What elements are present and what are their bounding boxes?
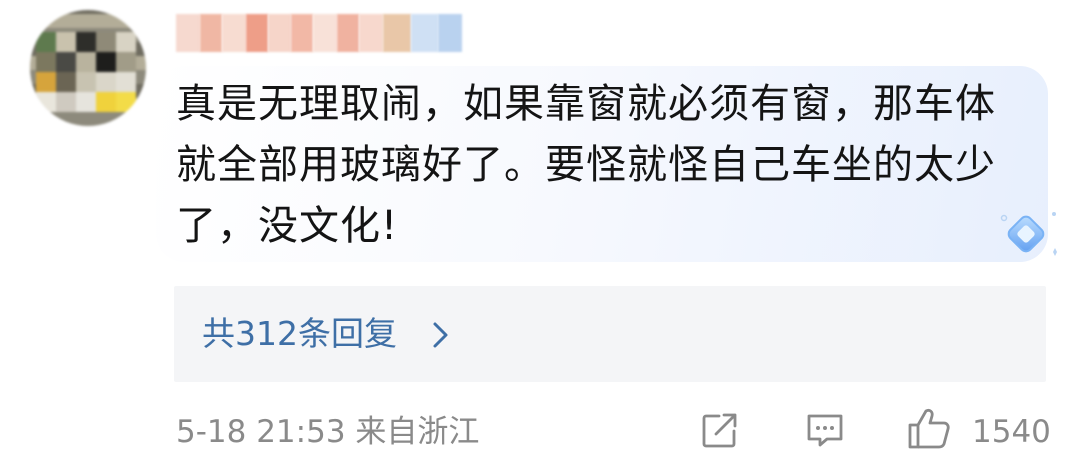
- share-icon[interactable]: [700, 410, 740, 450]
- replies-panel[interactable]: 共312条回复: [174, 286, 1046, 382]
- diamond-badge-icon: [1000, 212, 1057, 256]
- replies-count-link[interactable]: 共312条回复: [202, 312, 397, 356]
- thumbs-up-icon[interactable]: [906, 405, 952, 451]
- like-count: 1540: [972, 414, 1051, 450]
- comment-icon[interactable]: [805, 410, 845, 450]
- username-mosaic[interactable]: [176, 14, 462, 52]
- timestamp-location: 5-18 21:53 来自浙江: [176, 414, 480, 450]
- chevron-right-icon: [433, 322, 448, 348]
- comment-text: 真是无理取闹，如果靠窗就必须有窗，那车体就全部用玻璃好了。要怪就怪自己车坐的太少…: [176, 81, 996, 249]
- avatar[interactable]: [30, 10, 146, 126]
